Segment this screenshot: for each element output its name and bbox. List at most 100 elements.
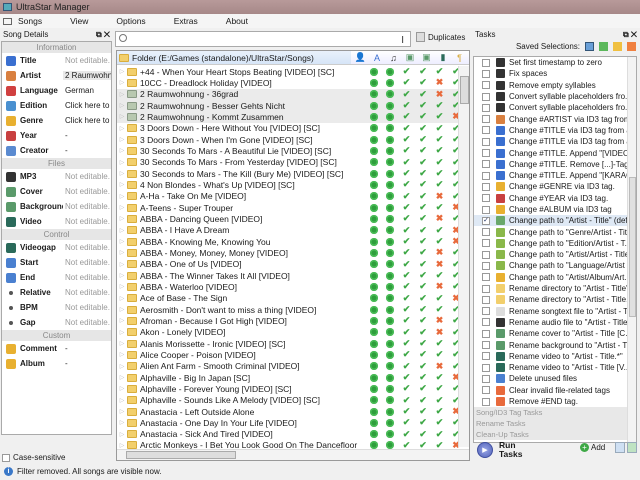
song-row[interactable]: ▷ ABBA - I Have A Dream ✔ ✔ ✔ ✖ xyxy=(117,225,460,236)
task-checkbox[interactable] xyxy=(482,397,490,406)
song-row[interactable]: ▷ Anastacia - Sick And Tired [VIDEO] ✔ ✔ ✔ ✔ xyxy=(117,429,460,440)
expand-arrow-icon[interactable]: ▷ xyxy=(117,215,127,222)
expand-arrow-icon[interactable]: ▷ xyxy=(117,159,127,166)
detail-value[interactable]: Not editable. xyxy=(63,56,111,65)
song-row[interactable]: ▷ 30 Seconds to Mars - The Kill (Bury Me)… xyxy=(117,168,460,179)
song-row[interactable]: ▷ 2 Raumwohnung - 36grad ✔ ✔ ✖ ✔ xyxy=(117,88,460,100)
task-item[interactable]: Rename video to "Artist - Title.*" xyxy=(474,351,636,362)
task-item[interactable]: Change #TITLE via ID3 tag from a... xyxy=(474,125,636,136)
task-item[interactable]: Rename video to "Artist - Title [V... xyxy=(474,362,636,373)
task-item[interactable]: Rename songtext file to "Artist - T... xyxy=(474,306,636,317)
song-row[interactable]: ▷ 2 Raumwohnung - Kommt Zusammen ✔ ✔ ✔ ✖ xyxy=(117,111,460,123)
detail-value[interactable]: Not editable. xyxy=(63,288,111,297)
detail-row-end[interactable]: End Not editable. xyxy=(2,270,111,285)
song-row[interactable]: ▷ A-Teens - Super Trouper ✔ ✔ ✔ ✖ xyxy=(117,202,460,213)
song-row[interactable]: ▷ Alphaville - Big In Japan [SC] ✔ ✔ ✔ ✖ xyxy=(117,372,460,383)
task-checkbox[interactable] xyxy=(482,352,490,361)
task-checkbox[interactable] xyxy=(482,318,490,327)
detail-row-cover[interactable]: Cover Not editable. xyxy=(2,184,111,199)
menu-songs[interactable]: Songs xyxy=(18,16,42,26)
expand-arrow-icon[interactable]: ▷ xyxy=(117,317,127,324)
detail-value[interactable]: Not editable. xyxy=(63,318,111,327)
song-row[interactable]: ▷ Alphaville - Sounds Like A Melody [VIDE… xyxy=(117,395,460,406)
detail-row-creator[interactable]: Creator - xyxy=(2,143,111,158)
expand-arrow-icon[interactable]: ▷ xyxy=(117,397,127,404)
task-checkbox[interactable] xyxy=(482,126,490,135)
title-icon[interactable]: A xyxy=(370,53,384,63)
detail-row-gap[interactable]: Gap Not editable. xyxy=(2,315,111,330)
task-item[interactable]: Convert syllable placeholders fro... xyxy=(474,102,636,113)
task-item[interactable]: Change path to "Artist/Album/Art... xyxy=(474,272,636,283)
system-menu-icon[interactable] xyxy=(3,17,12,25)
lyrics-icon[interactable]: ¶ xyxy=(453,53,467,63)
task-checkbox[interactable] xyxy=(482,69,490,78)
task-item[interactable]: ✓ Change path to "Artist - Title" (def... xyxy=(474,215,636,227)
task-item[interactable]: Change path to "Language/Artist ... xyxy=(474,260,636,271)
task-checkbox[interactable] xyxy=(482,171,490,180)
task-checkbox[interactable] xyxy=(482,205,490,214)
detail-row-relative[interactable]: Relative Not editable. xyxy=(2,285,111,300)
detail-row-bpm[interactable]: BPM Not editable. xyxy=(2,300,111,315)
song-row[interactable]: ▷ 4 Non Blondes - What's Up [VIDEO] [SC] ✔… xyxy=(117,179,460,190)
task-checkbox[interactable] xyxy=(482,58,490,67)
detail-value[interactable]: Not editable. xyxy=(63,217,111,226)
task-checkbox[interactable] xyxy=(482,386,490,395)
song-row[interactable]: ▷ Alphaville - Forever Young [VIDEO] [SC]… xyxy=(117,383,460,394)
detail-row-video[interactable]: Video Not editable. xyxy=(2,214,111,229)
folder-column-header[interactable]: Folder (E:/Games (standalone)/UltraStar/… xyxy=(117,51,351,64)
close-icon[interactable]: ✕ xyxy=(104,30,110,39)
add-task-button[interactable]: + Add xyxy=(580,443,605,452)
expand-arrow-icon[interactable]: ▷ xyxy=(117,113,127,120)
song-row[interactable]: ▷ 2 Raumwohnung - Besser Gehts Nicht ✔ ✔ ✔ ✔ xyxy=(117,99,460,112)
detail-value[interactable]: Not editable. xyxy=(63,303,111,312)
task-item[interactable]: Change #TITLE. Remove [...]-Tags. xyxy=(474,159,636,170)
expand-arrow-icon[interactable]: ▷ xyxy=(117,340,127,347)
detail-row-artist[interactable]: Artist 2 Raumwohnung xyxy=(2,68,111,83)
song-row[interactable]: ▷ A-Ha - Take On Me [VIDEO] ✔ ✔ ✖ ✔ xyxy=(117,191,460,202)
detail-row-background[interactable]: Background Not editable. xyxy=(2,199,111,214)
task-item[interactable]: Change #ARTIST via ID3 tag from ... xyxy=(474,113,636,124)
detail-row-title[interactable]: Title Not editable. xyxy=(2,53,111,68)
task-item[interactable]: Rename directory to "Artist - Title" xyxy=(474,283,636,294)
expand-arrow-icon[interactable]: ▷ xyxy=(117,136,127,143)
song-row[interactable]: ▷ Aerosmith - Don't want to miss a thing … xyxy=(117,304,460,315)
detail-value[interactable]: Not editable. xyxy=(63,187,111,196)
detail-value[interactable]: Not editable. xyxy=(63,258,111,267)
song-row[interactable]: ▷ ABBA - One of Us [VIDEO] ✔ ✔ ✖ ✔ xyxy=(117,259,460,270)
scroll-thumb[interactable] xyxy=(126,451,236,459)
task-checkbox[interactable] xyxy=(482,307,490,316)
song-row[interactable]: ▷ 10CC - Dreadlock Holiday [VIDEO] ✔ ✔ ✖ ✔ xyxy=(117,77,460,88)
song-row[interactable]: ▷ 3 Doors Down - Here Without You [VIDEO]… xyxy=(117,123,460,134)
saved-selection-red-icon[interactable] xyxy=(627,42,636,51)
task-item[interactable]: Set first timestamp to zero xyxy=(474,57,636,68)
expand-arrow-icon[interactable]: ▷ xyxy=(117,204,127,211)
refresh-icon[interactable] xyxy=(627,442,637,453)
expand-arrow-icon[interactable]: ▷ xyxy=(117,249,127,256)
expand-arrow-icon[interactable]: ▷ xyxy=(117,261,127,268)
expand-arrow-icon[interactable]: ▷ xyxy=(117,442,127,449)
document-icon[interactable] xyxy=(615,442,625,453)
song-row[interactable]: ▷ 30 Seconds To Mars - A Beautiful Lie [V… xyxy=(117,145,460,156)
task-checkbox[interactable] xyxy=(482,103,490,112)
menu-extras[interactable]: Extras xyxy=(174,16,198,26)
checkbox[interactable] xyxy=(2,453,10,462)
detail-row-language[interactable]: Language German xyxy=(2,83,111,98)
task-item[interactable]: Change #YEAR via ID3 tag. xyxy=(474,193,636,204)
task-item[interactable]: Change #GENRE via ID3 tag. xyxy=(474,181,636,192)
detail-row-genre[interactable]: Genre Click here to ... xyxy=(2,113,111,128)
expand-arrow-icon[interactable]: ▷ xyxy=(117,363,127,370)
scroll-thumb[interactable] xyxy=(629,177,636,317)
menu-options[interactable]: Options xyxy=(116,16,145,26)
saved-selection-blue-icon[interactable] xyxy=(585,42,594,51)
float-icon[interactable]: ⧉ xyxy=(623,30,629,39)
task-item[interactable]: Rename directory to "Artist - Title... xyxy=(474,294,636,305)
menu-about[interactable]: About xyxy=(226,16,248,26)
artist-icon[interactable]: 👤 xyxy=(354,52,368,63)
expand-arrow-icon[interactable]: ▷ xyxy=(117,170,127,177)
task-checkbox[interactable] xyxy=(482,284,490,293)
detail-value[interactable]: - xyxy=(63,131,111,140)
detail-row-album[interactable]: Album - xyxy=(2,356,111,371)
task-checkbox[interactable] xyxy=(482,228,490,237)
task-item[interactable]: Change path to "Artist/Artist - Title" xyxy=(474,249,636,260)
task-checkbox[interactable] xyxy=(482,250,490,259)
